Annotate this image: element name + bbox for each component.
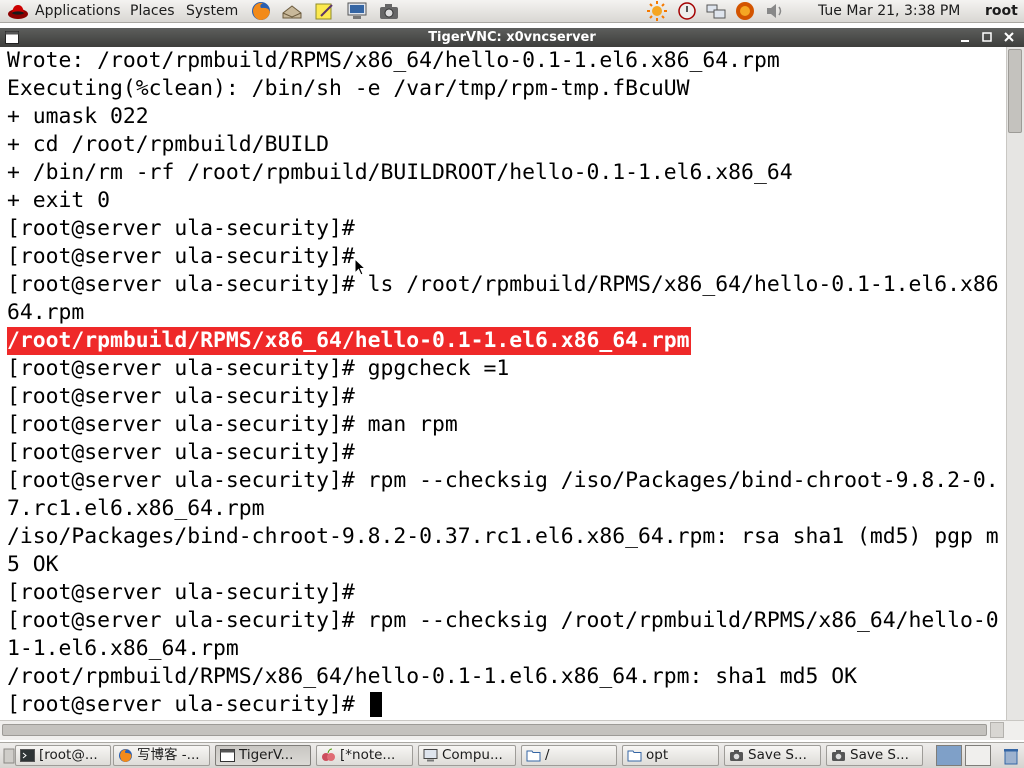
window-title-bar[interactable]: TigerVNC: x0vncserver [0,28,1024,47]
task-notes[interactable]: [*note... [316,745,413,766]
task-folder-root[interactable]: / [521,745,617,766]
notes-icon [322,748,335,761]
minimize-icon[interactable] [957,30,973,45]
applications-menu[interactable]: Applications [35,2,121,21]
mouse-pointer-icon [354,258,366,276]
terminal-line: Wrote: /root/rpmbuild/RPMS/x86_64/hello-… [7,48,780,73]
terminal-line: [root@server ula-security]# [7,244,355,269]
task-label: [root@... [39,747,98,763]
redhat-logo-icon[interactable] [7,2,29,21]
task-save-screenshot-2[interactable]: Save S... [826,745,923,766]
vertical-scrollbar-thumb[interactable] [1008,49,1022,133]
top-panel: Applications Places System Tue Mar 21, 3… [0,0,1024,23]
places-menu[interactable]: Places [130,2,175,21]
volume-icon[interactable] [764,1,786,21]
terminal-line: [root@server ula-security]# [7,216,355,241]
task-label: [*note... [340,747,396,763]
terminal-output[interactable]: Wrote: /root/rpmbuild/RPMS/x86_64/hello-… [0,47,1006,720]
weather-icon[interactable] [646,1,668,21]
terminal-line: Executing(%clean): /bin/sh -e /var/tmp/r… [7,76,690,101]
terminal-line: + /bin/rm -rf /root/rpmbuild/BUILDROOT/h… [7,160,793,185]
task-firefox[interactable]: 写博客 -... [113,745,210,766]
firefox-icon[interactable] [250,1,272,21]
task-label: Save S... [748,747,807,763]
task-label: / [545,747,550,763]
task-label: TigerV... [239,747,294,763]
camera-icon [832,750,845,761]
terminal-line: [root@server ula-security]# [7,384,355,409]
monitor-icon[interactable] [346,1,368,21]
window-title: TigerVNC: x0vncserver [428,30,596,45]
task-tigervnc[interactable]: TigerV... [215,745,311,766]
user-name[interactable]: root [985,2,1018,21]
trash-icon[interactable] [1001,746,1021,766]
terminal-line: 5 OK [7,552,59,577]
terminal-line: + cd /root/rpmbuild/BUILD [7,132,329,157]
terminal-icon [20,749,35,762]
terminal-line: [root@server ula-security]# man rpm [7,412,458,437]
update-icon[interactable] [676,1,698,21]
terminal-line: [root@server ula-security]# gpgcheck =1 [7,356,510,381]
terminal-line: [root@server ula-security]# ls /root/rpm… [7,272,999,297]
task-label: opt [646,747,669,763]
terminal-line: /iso/Packages/bind-chroot-9.8.2-0.37.rc1… [7,524,999,549]
network-icon[interactable] [705,1,727,21]
window-icon [220,749,235,762]
terminal-line: [root@server ula-security]# rpm --checks… [7,608,999,633]
camera-icon [730,750,743,761]
vertical-scrollbar[interactable] [1006,47,1024,720]
task-folder-opt[interactable]: opt [622,745,719,766]
task-label: 写博客 -... [137,747,200,763]
folder-icon [627,750,642,762]
task-label: Compu... [442,747,503,763]
task-computer[interactable]: Compu... [418,745,516,766]
terminal-line: + exit 0 [7,188,111,213]
horizontal-scrollbar-thumb[interactable] [2,724,987,736]
terminal-line: 7.rc1.el6.x86_64.rpm [7,496,265,521]
task-terminal[interactable]: [root@... [15,745,111,766]
firefox-tray-icon[interactable] [734,1,756,21]
terminal-line: /root/rpmbuild/RPMS/x86_64/hello-0.1-1.e… [7,664,857,689]
task-save-screenshot-1[interactable]: Save S... [724,745,821,766]
resize-grip[interactable] [990,722,1004,738]
clock[interactable]: Tue Mar 21, 3:38 PM [818,2,960,21]
close-icon[interactable] [1001,30,1017,45]
system-menu[interactable]: System [186,2,238,21]
workspace-2[interactable] [965,745,991,766]
mail-icon[interactable] [281,1,303,21]
terminal-line: [root@server ula-security]# [7,580,355,605]
terminal-line: [root@server ula-security]# rpm --checks… [7,468,999,493]
show-desktop-icon[interactable] [3,747,15,765]
workspace-1[interactable] [936,745,962,766]
terminal-line: 1-1.el6.x86_64.rpm [7,636,239,661]
terminal-line: + umask 022 [7,104,149,129]
terminal-line: 64.rpm [7,300,85,325]
text-cursor [370,692,382,717]
camera-icon[interactable] [378,1,400,21]
notes-icon[interactable] [313,1,335,21]
terminal-line: [root@server ula-security]# [7,440,355,465]
firefox-icon [119,749,132,762]
highlighted-rpm-path: /root/rpmbuild/RPMS/x86_64/hello-0.1-1.e… [7,327,691,355]
task-label: Save S... [850,747,909,763]
folder-icon [526,750,541,762]
maximize-icon[interactable] [979,30,995,45]
terminal-prompt[interactable]: [root@server ula-security]# [7,691,368,719]
computer-icon [423,749,438,762]
